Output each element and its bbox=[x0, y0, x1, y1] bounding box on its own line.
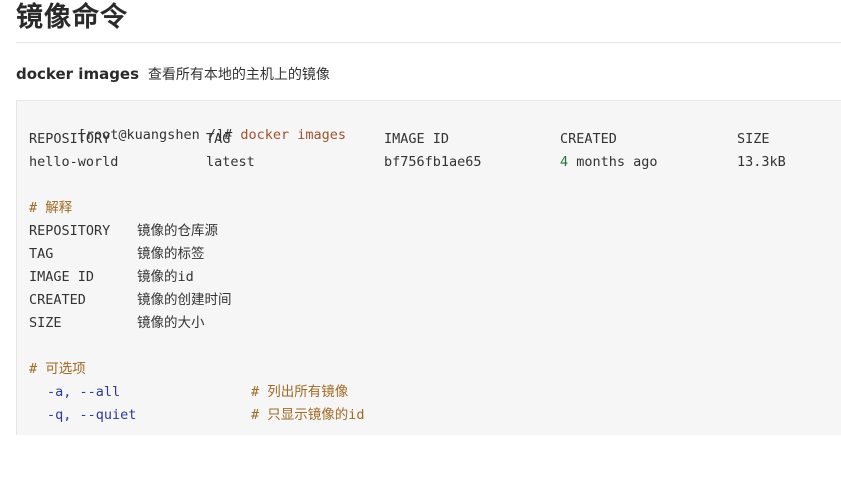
explain-row-image-id: IMAGE ID 镜像的id bbox=[29, 267, 429, 287]
cell-created: 4 months ago bbox=[560, 152, 658, 172]
header-size: SIZE bbox=[737, 131, 770, 147]
explain-meaning: 镜像的创建时间 bbox=[137, 292, 232, 308]
title-divider bbox=[16, 42, 841, 43]
cell-size: 13.3kB bbox=[737, 154, 786, 170]
explain-row-created: CREATED 镜像的创建时间 bbox=[29, 290, 429, 310]
option-comment: # 只显示镜像的id bbox=[251, 407, 365, 423]
comment-options: # 可选项 bbox=[29, 361, 86, 377]
explain-term: CREATED bbox=[29, 292, 86, 308]
explain-term: IMAGE ID bbox=[29, 269, 95, 285]
explain-term: SIZE bbox=[29, 315, 62, 331]
header-repository: REPOSITORY bbox=[29, 131, 111, 147]
code-line-command: [root@kuangshen /]# docker images bbox=[29, 105, 346, 143]
cell-image-id: bf756fb1ae65 bbox=[384, 154, 482, 170]
explain-meaning: 镜像的标签 bbox=[137, 246, 205, 262]
explain-row-repository: REPOSITORY 镜像的仓库源 bbox=[29, 221, 429, 241]
option-flag: -q, --quiet bbox=[47, 407, 137, 423]
explain-meaning: 镜像的大小 bbox=[137, 315, 205, 331]
header-created: CREATED bbox=[560, 131, 617, 147]
page-title: 镜像命令 bbox=[16, 2, 128, 33]
cell-created-number: 4 bbox=[560, 154, 569, 170]
option-row-quiet: -q, --quiet # 只显示镜像的id bbox=[29, 405, 529, 425]
explain-row-tag: TAG 镜像的标签 bbox=[29, 244, 429, 264]
intro-line: docker images 查看所有本地的主机上的镜像 bbox=[16, 64, 330, 85]
explain-row-size: SIZE 镜像的大小 bbox=[29, 313, 429, 333]
option-row-all: -a, --all # 列出所有镜像 bbox=[29, 382, 529, 402]
cell-tag: latest bbox=[206, 154, 255, 170]
comment-explain: # 解释 bbox=[29, 200, 73, 216]
intro-description: 查看所有本地的主机上的镜像 bbox=[147, 67, 330, 83]
option-comment: # 列出所有镜像 bbox=[251, 384, 349, 400]
cell-created-unit: months ago bbox=[576, 154, 658, 170]
explain-term: REPOSITORY bbox=[29, 223, 111, 239]
explain-term: TAG bbox=[29, 246, 54, 262]
cell-repository: hello-world bbox=[29, 154, 119, 170]
explain-meaning: 镜像的id bbox=[137, 269, 194, 285]
table-header-row: REPOSITORY TAG IMAGE ID CREATED SIZE bbox=[29, 129, 829, 149]
table-row: hello-world latest bf756fb1ae65 4 months… bbox=[29, 152, 829, 172]
intro-command: docker images bbox=[16, 65, 140, 83]
code-block: [root@kuangshen /]# docker images REPOSI… bbox=[16, 100, 841, 435]
option-flag: -a, --all bbox=[47, 384, 121, 400]
header-image-id: IMAGE ID bbox=[384, 131, 450, 147]
header-tag: TAG bbox=[206, 131, 231, 147]
explain-meaning: 镜像的仓库源 bbox=[137, 223, 218, 239]
